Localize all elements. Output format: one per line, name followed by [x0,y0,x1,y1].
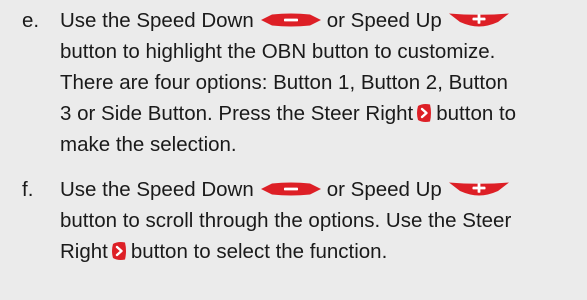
line-text: Right [60,240,108,263]
speed-up-button-icon [448,182,510,196]
line-text: button to [436,102,517,125]
step-letter: f. [22,178,34,201]
step-body: Use the Speed Down or Speed Up button to … [60,5,582,160]
step-line: Use the Speed Down or Speed Up [60,5,582,36]
speed-up-button-icon [448,13,510,27]
steer-right-button-icon [111,241,127,261]
step-line: 3 or Side Button. Press the Steer Right b… [60,98,582,129]
step-line: Use the Speed Down or Speed Up [60,174,582,205]
speed-down-button-icon [260,13,322,27]
line-text: 3 or Side Button. Press the Steer Right [60,102,414,125]
step-line: make the selection. [60,133,237,156]
line-text: or Speed Up [326,178,442,201]
step-line: Right button to select the function. [60,236,582,267]
step-body: Use the Speed Down or Speed Up button to … [60,174,582,267]
step-letter: e. [22,9,40,32]
step-line: button to highlight the OBN button to cu… [60,40,496,63]
step-line: There are four options: Button 1, Button… [60,71,508,94]
line-text: Use the Speed Down [60,9,254,32]
step-line: button to scroll through the options. Us… [60,209,512,232]
line-text: button to select the function. [130,240,388,263]
line-text: or Speed Up [326,9,442,32]
steer-right-button-icon [416,103,432,123]
speed-down-button-icon [260,182,322,196]
line-text: Use the Speed Down [60,178,254,201]
